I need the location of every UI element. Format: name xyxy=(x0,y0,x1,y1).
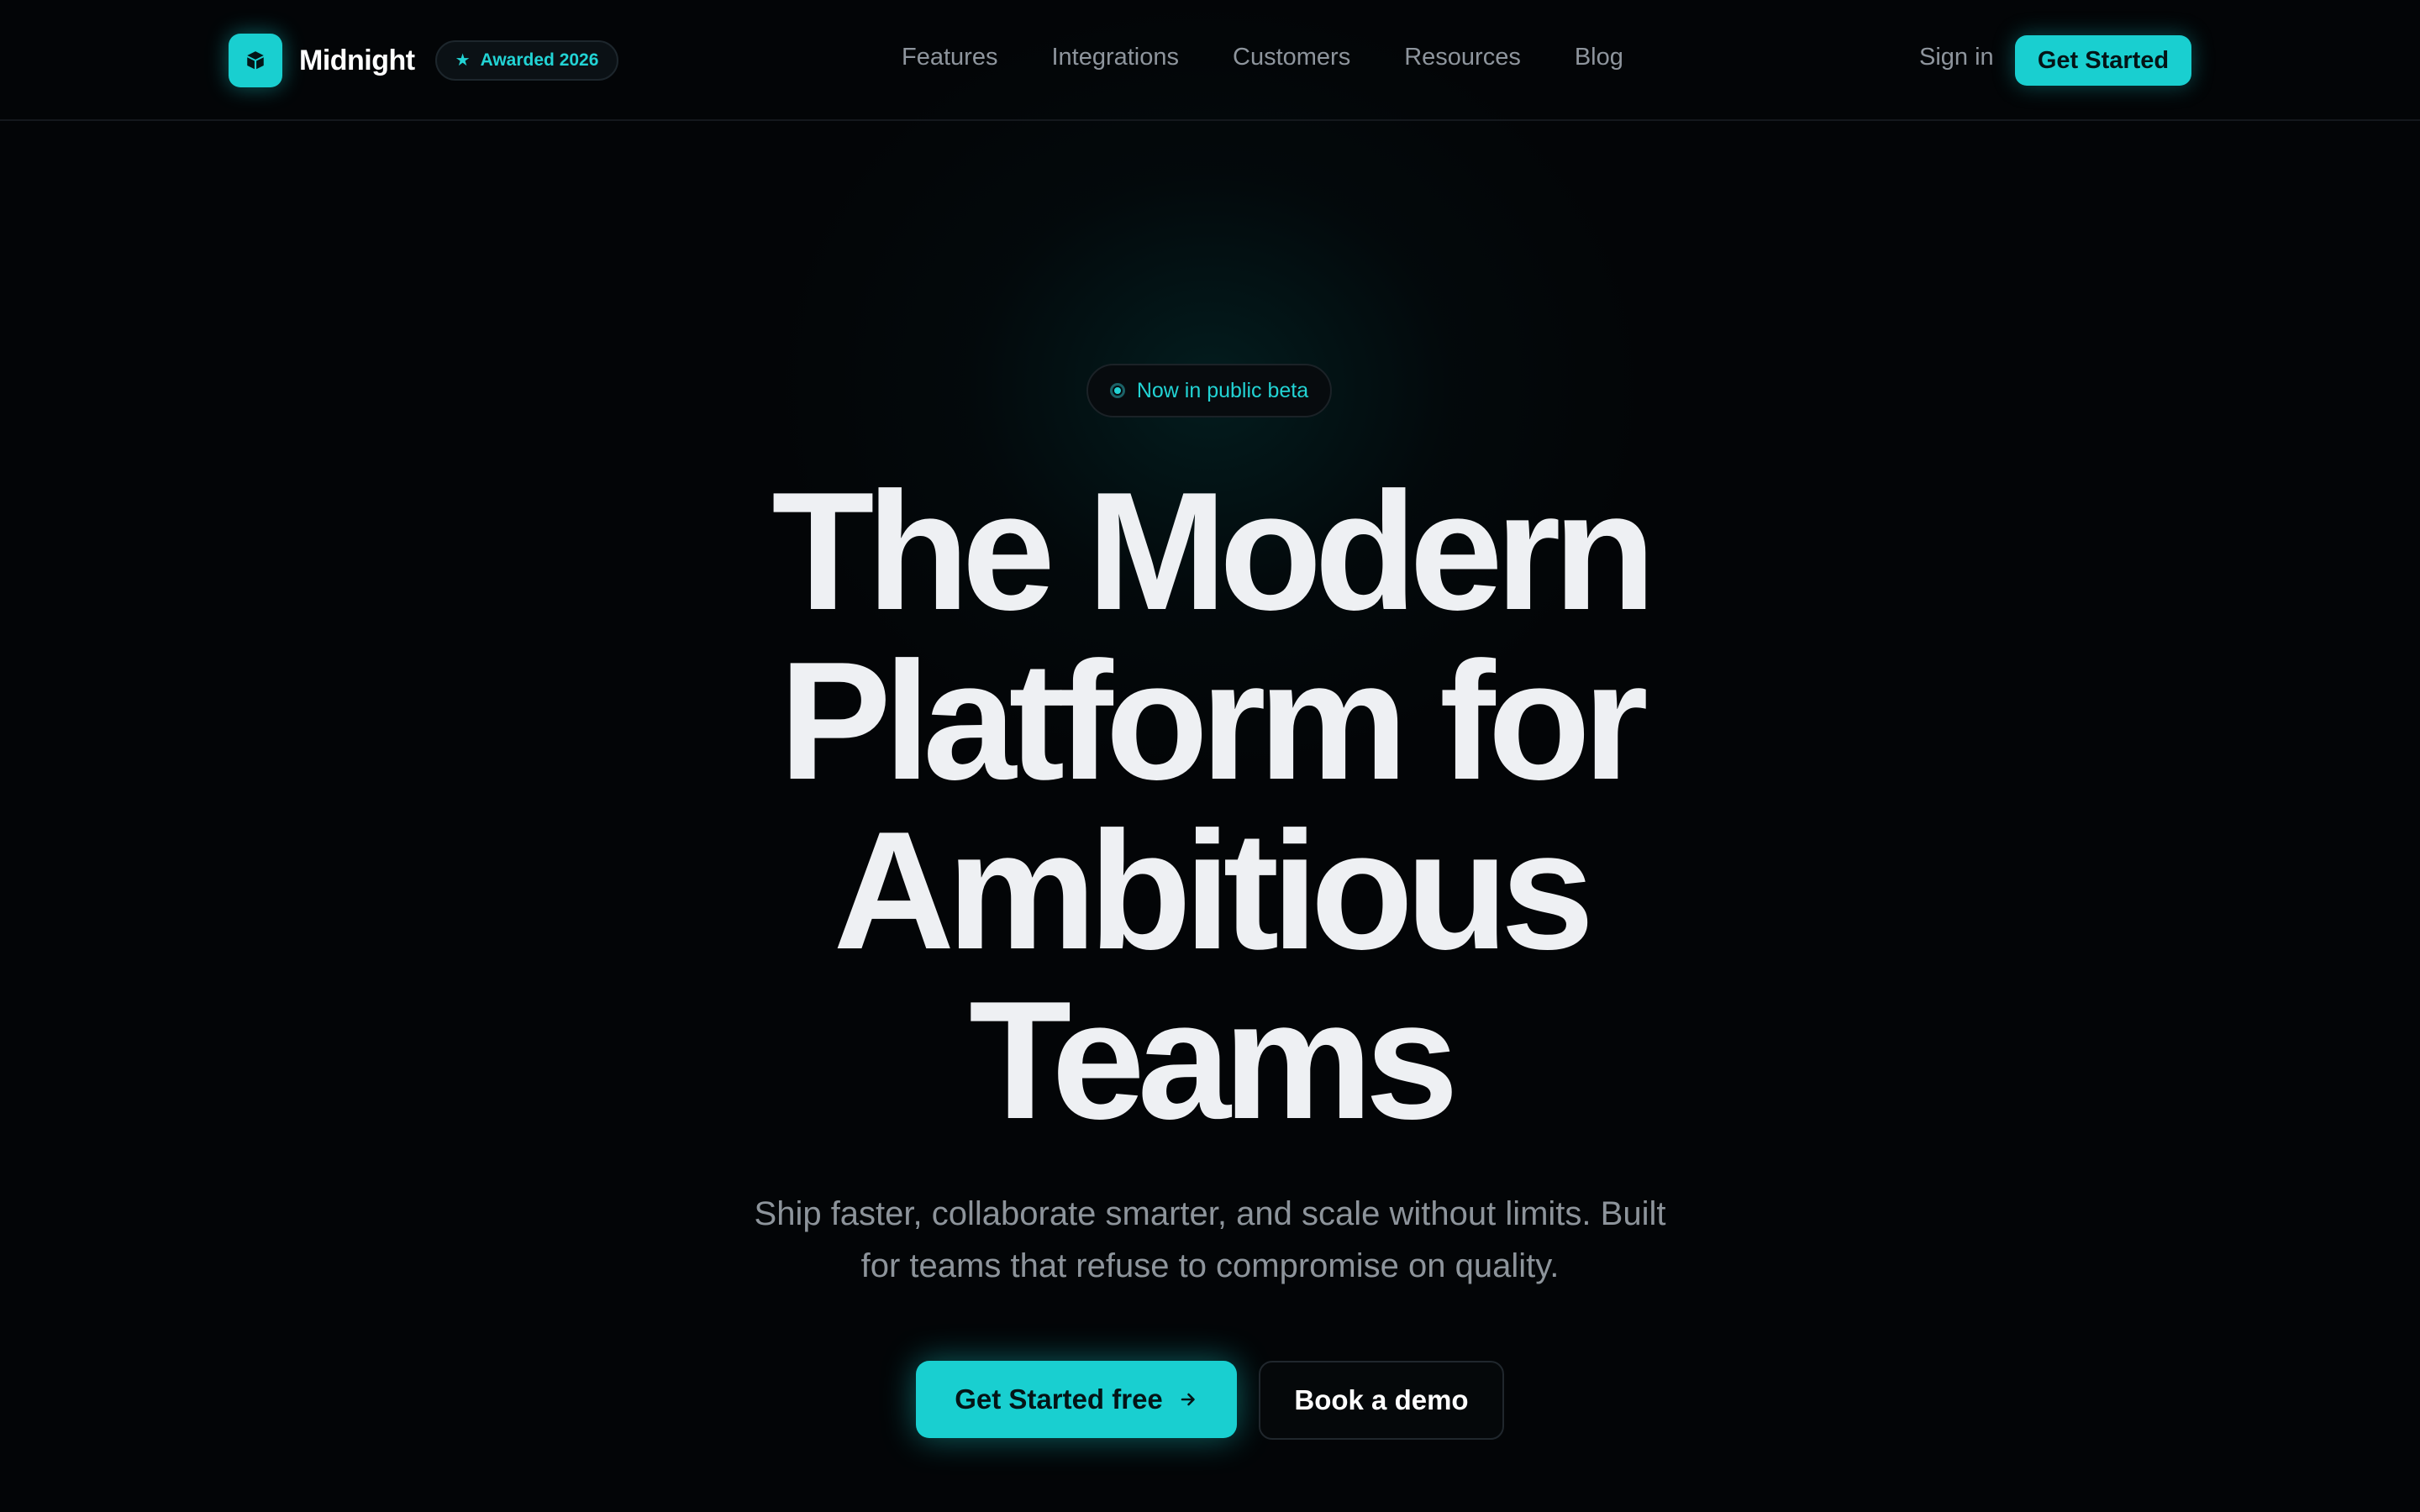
headline-line: Platform for xyxy=(779,627,1648,815)
brand[interactable]: Midnight ★ Awarded 2026 xyxy=(229,34,619,87)
landing-page: Midnight ★ Awarded 2026 Features Integra… xyxy=(0,0,2420,1512)
get-started-free-button[interactable]: Get Started free xyxy=(916,1361,1237,1438)
get-started-button[interactable]: Get Started xyxy=(2015,35,2191,86)
headline-line: Teams xyxy=(969,967,1459,1154)
nav-item-customers[interactable]: Customers xyxy=(1233,44,1350,71)
cube-icon xyxy=(229,34,282,87)
main-nav: Features Integrations Customers Resource… xyxy=(902,44,1623,71)
beta-badge-label: Now in public beta xyxy=(1136,378,1309,402)
hero-cta-row: Get Started free Book a demo xyxy=(916,1361,1504,1440)
get-started-free-label: Get Started free xyxy=(955,1383,1163,1415)
subheadline-line: Ship faster, collaborate smarter, and sc… xyxy=(754,1195,1666,1232)
subheadline-line: for teams that refuse to compromise on q… xyxy=(860,1247,1560,1284)
hero-subheadline: Ship faster, collaborate smarter, and sc… xyxy=(639,1188,1781,1292)
top-nav-bar: Midnight ★ Awarded 2026 Features Integra… xyxy=(0,0,2420,121)
brand-name: Midnight xyxy=(299,44,415,76)
nav-item-features[interactable]: Features xyxy=(902,44,997,71)
headline-line: Ambitious xyxy=(833,797,1595,984)
hero-headline: The Modern Platform for Ambitious Teams xyxy=(538,467,1882,1146)
star-icon: ★ xyxy=(455,51,471,70)
award-badge: ★ Awarded 2026 xyxy=(434,40,619,81)
nav-item-blog[interactable]: Blog xyxy=(1575,44,1623,71)
status-dot-icon xyxy=(1109,383,1125,398)
nav-item-resources[interactable]: Resources xyxy=(1404,44,1521,71)
award-badge-label: Awarded 2026 xyxy=(480,50,599,70)
book-demo-button[interactable]: Book a demo xyxy=(1259,1361,1504,1440)
arrow-right-icon xyxy=(1178,1389,1198,1410)
nav-item-integrations[interactable]: Integrations xyxy=(1051,44,1179,71)
sign-in-link[interactable]: Sign in xyxy=(1919,44,1994,71)
headline-line: The Modern xyxy=(771,458,1655,645)
beta-badge: Now in public beta xyxy=(1086,364,1332,417)
